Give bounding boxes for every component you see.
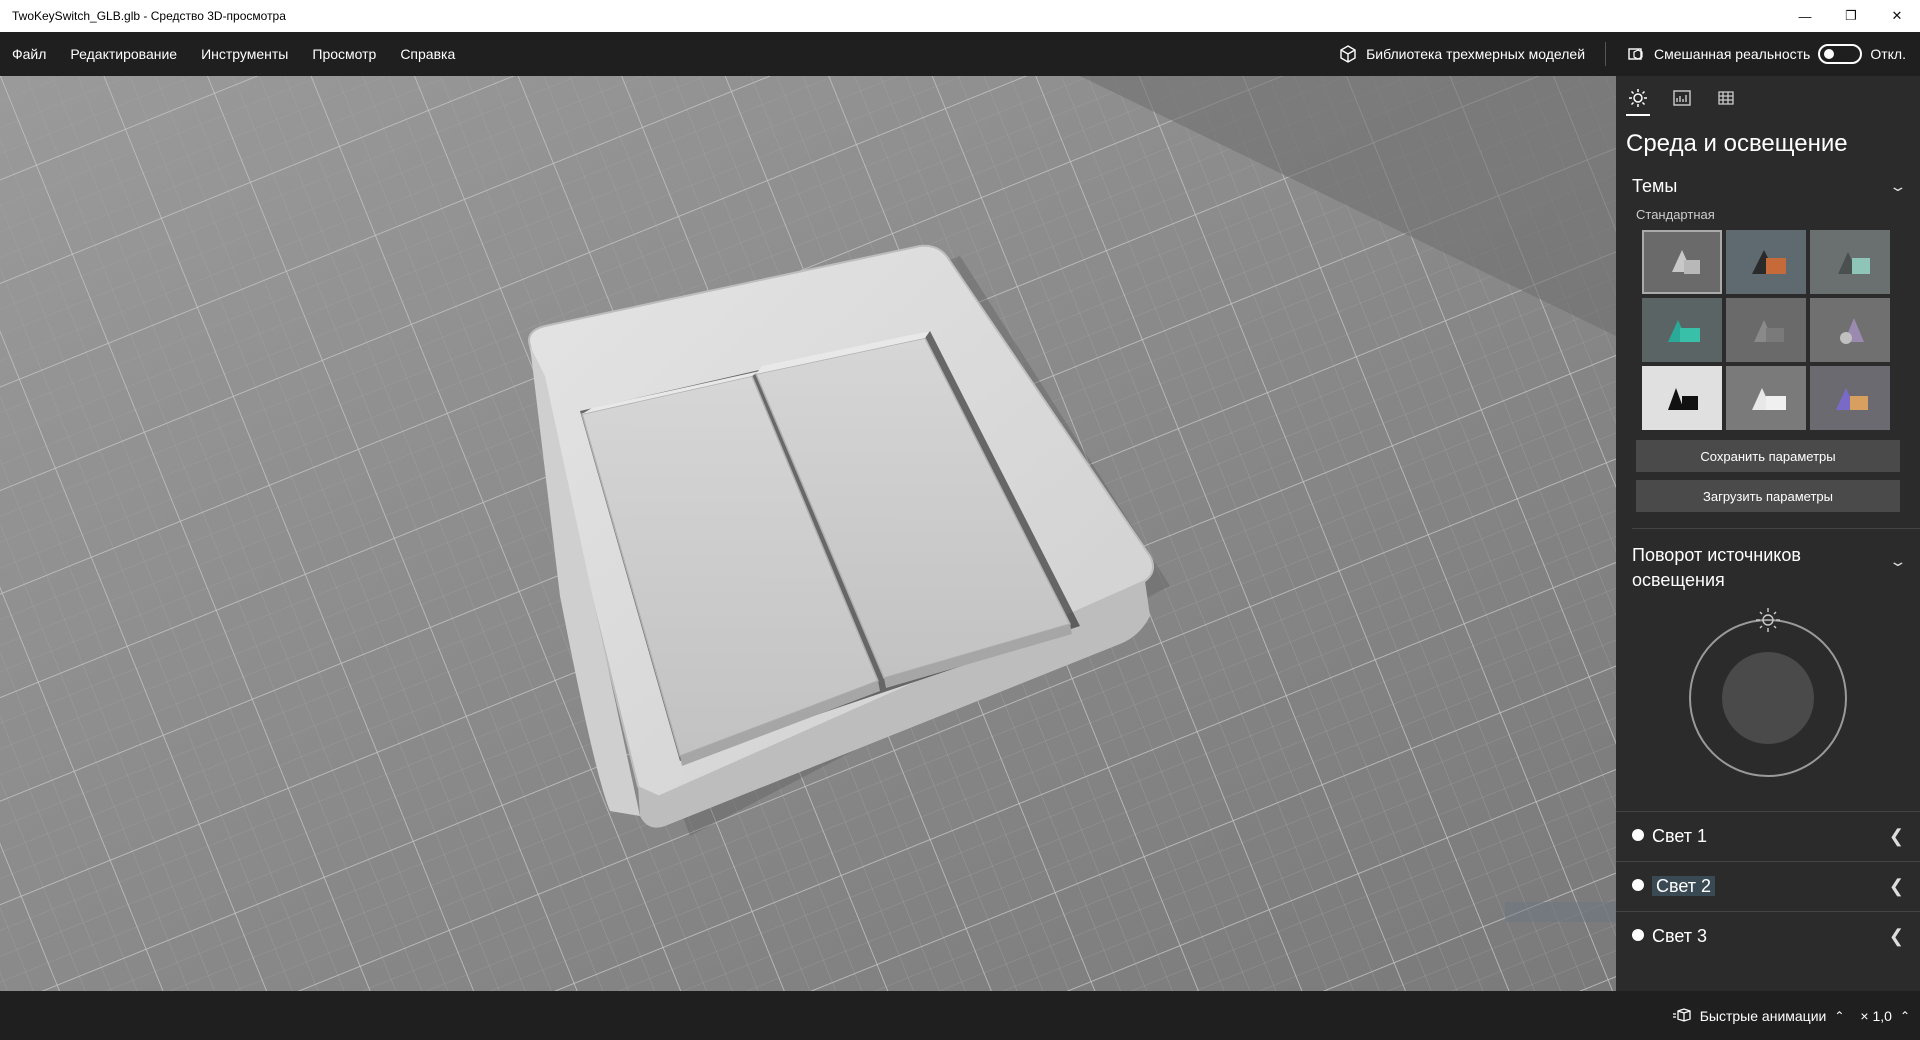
theme-tile[interactable] xyxy=(1642,230,1722,294)
menu-help[interactable]: Справка xyxy=(388,32,467,76)
quick-animations-button[interactable]: Быстрые анимации ⌃ xyxy=(1672,1007,1845,1024)
light-row-2[interactable]: Свет 2 ❮ xyxy=(1616,861,1920,911)
light-color-dot xyxy=(1632,828,1644,841)
speed-value: × 1,0 xyxy=(1860,1007,1892,1024)
light-rotation-header[interactable]: Поворот источников освещения ⌄ xyxy=(1616,529,1920,593)
theme-tile[interactable] xyxy=(1726,298,1806,362)
menu-separator xyxy=(1605,42,1607,66)
panel-title: Среда и освещение xyxy=(1626,130,1848,157)
sun-icon[interactable] xyxy=(1626,88,1650,116)
chevron-up-icon: ⌃ xyxy=(1899,1008,1910,1023)
restore-icon[interactable]: ❐ xyxy=(1828,0,1874,32)
cube-icon xyxy=(1340,45,1356,63)
chevron-left-icon: ❮ xyxy=(1888,926,1904,946)
light-label: Свет 2 xyxy=(1652,876,1716,896)
light-color-dot xyxy=(1632,928,1644,941)
stats-icon[interactable] xyxy=(1670,88,1694,116)
mixed-reality-label: Смешанная реальность xyxy=(1654,46,1811,62)
menu-view[interactable]: Просмотр xyxy=(300,32,388,76)
chevron-left-icon: ❮ xyxy=(1888,876,1904,896)
light-row-1[interactable]: Свет 1 ❮ xyxy=(1616,811,1920,861)
minimize-icon[interactable]: — xyxy=(1782,0,1828,32)
theme-tile[interactable] xyxy=(1810,230,1890,294)
window-title: TwoKeySwitch_GLB.glb - Средство 3D-просм… xyxy=(12,9,286,23)
panel-tabs xyxy=(1616,76,1920,124)
3d-library-label: Библиотека трехмерных моделей xyxy=(1366,46,1586,62)
theme-tile[interactable] xyxy=(1810,298,1890,362)
light-rotation-dial[interactable] xyxy=(1616,593,1920,793)
mixed-reality-toggle[interactable] xyxy=(1818,44,1863,64)
scene-canvas[interactable] xyxy=(0,76,1616,991)
light-label: Свет 1 xyxy=(1652,826,1708,846)
animation-icon xyxy=(1672,1007,1691,1022)
bottom-bar: Быстрые анимации ⌃ × 1,0 ⌃ xyxy=(0,991,1920,1040)
quick-animations-label: Быстрые анимации xyxy=(1699,1007,1827,1024)
grid-icon[interactable] xyxy=(1714,88,1738,116)
themes-label: Темы xyxy=(1632,176,1678,196)
theme-tile[interactable] xyxy=(1726,230,1806,294)
theme-tile[interactable] xyxy=(1642,366,1722,430)
environment-panel: Среда и освещение Темы ⌄ Стандартная Сох… xyxy=(1616,76,1920,991)
mixed-reality-control[interactable]: Смешанная реальность Откл. xyxy=(1612,32,1920,76)
themes-sublabel: Стандартная xyxy=(1636,207,1715,222)
menu-edit[interactable]: Редактирование xyxy=(58,32,189,76)
chevron-down-icon: ⌄ xyxy=(1888,178,1908,194)
light-row-3[interactable]: Свет 3 ❮ xyxy=(1616,911,1920,961)
mixed-reality-icon xyxy=(1628,48,1643,60)
theme-tile[interactable] xyxy=(1726,366,1806,430)
3d-library-button[interactable]: Библиотека трехмерных моделей xyxy=(1324,32,1599,76)
load-settings-button[interactable]: Загрузить параметры xyxy=(1636,480,1900,512)
title-bar: TwoKeySwitch_GLB.glb - Средство 3D-просм… xyxy=(0,0,1920,32)
chevron-up-icon: ⌃ xyxy=(1834,1008,1845,1023)
menu-file[interactable]: Файл xyxy=(0,32,58,76)
light-label-wrap: Свет 2 xyxy=(1652,876,1889,897)
3d-viewport[interactable] xyxy=(0,76,1616,991)
menu-tools[interactable]: Инструменты xyxy=(189,32,300,76)
mixed-reality-state: Откл. xyxy=(1870,46,1906,62)
light-color-dot xyxy=(1632,878,1644,891)
chevron-down-icon: ⌄ xyxy=(1888,553,1908,569)
light-label: Свет 3 xyxy=(1652,926,1708,946)
theme-tile[interactable] xyxy=(1642,298,1722,362)
chevron-left-icon: ❮ xyxy=(1888,826,1904,846)
themes-section-header[interactable]: Темы ⌄ xyxy=(1616,176,1920,197)
close-icon[interactable]: ✕ xyxy=(1874,0,1920,32)
theme-tile[interactable] xyxy=(1810,366,1890,430)
speed-control[interactable]: × 1,0 ⌃ xyxy=(1860,1008,1910,1024)
theme-grid xyxy=(1616,222,1920,430)
light-rotation-label: Поворот источников освещения xyxy=(1632,545,1801,590)
save-settings-button[interactable]: Сохранить параметры xyxy=(1636,440,1900,472)
menu-bar: Файл Редактирование Инструменты Просмотр… xyxy=(0,32,1920,76)
